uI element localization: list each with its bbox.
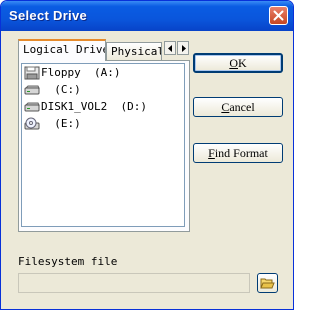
arrow-right-icon <box>182 45 186 52</box>
ok-access-key: O <box>229 56 238 70</box>
tab-physical[interactable]: Physical <box>106 42 162 61</box>
cd-drive-icon <box>24 117 40 130</box>
drive-label: Floppy (A:) <box>41 66 121 79</box>
window-title: Select Drive <box>9 8 88 23</box>
drive-item-c[interactable]: (C:) <box>24 82 174 98</box>
open-folder-icon <box>260 278 275 289</box>
tab-scroll-left-button[interactable] <box>164 41 176 55</box>
hard-drive-icon <box>24 85 40 95</box>
drive-label: (C:) <box>41 83 81 96</box>
drive-item-a[interactable]: Floppy (A:) <box>24 65 174 81</box>
filesystem-file-label: Filesystem file <box>18 255 118 268</box>
browse-button[interactable] <box>257 273 278 293</box>
tab-panel: Floppy (A:) (C:) DISK1_VOL2 (D:) (E:) <box>18 60 190 232</box>
drive-list[interactable]: Floppy (A:) (C:) DISK1_VOL2 (D:) (E:) <box>21 63 185 227</box>
tab-scroll-right-button[interactable] <box>177 41 189 55</box>
close-icon <box>273 10 284 21</box>
dialog-body: Logical Drive Physical Floppy (A:) (C:) … <box>4 31 290 306</box>
cancel-label: ancel <box>229 100 255 114</box>
ok-button[interactable]: OK <box>193 53 283 73</box>
drive-item-e[interactable]: (E:) <box>24 116 174 132</box>
ok-label: K <box>238 56 247 70</box>
select-drive-dialog: Select Drive Logical Drive Physical Flop… <box>0 0 294 310</box>
tab-logical-drive[interactable]: Logical Drive <box>18 39 106 61</box>
find-format-access-key: F <box>208 146 215 160</box>
arrow-left-icon <box>168 45 172 52</box>
title-bar[interactable]: Select Drive <box>1 1 293 31</box>
drive-item-d[interactable]: DISK1_VOL2 (D:) <box>24 99 174 115</box>
drive-label: DISK1_VOL2 (D:) <box>41 100 147 113</box>
floppy-icon <box>24 66 40 80</box>
find-format-button[interactable]: Find Format <box>193 143 283 163</box>
tab-strip: Logical Drive Physical <box>18 39 190 61</box>
cancel-button[interactable]: Cancel <box>193 97 283 117</box>
filesystem-file-field[interactable] <box>18 273 250 293</box>
close-button[interactable] <box>269 6 288 25</box>
hard-drive-icon <box>24 102 40 112</box>
drive-label: (E:) <box>41 117 81 130</box>
find-format-label: ind Format <box>214 146 268 160</box>
